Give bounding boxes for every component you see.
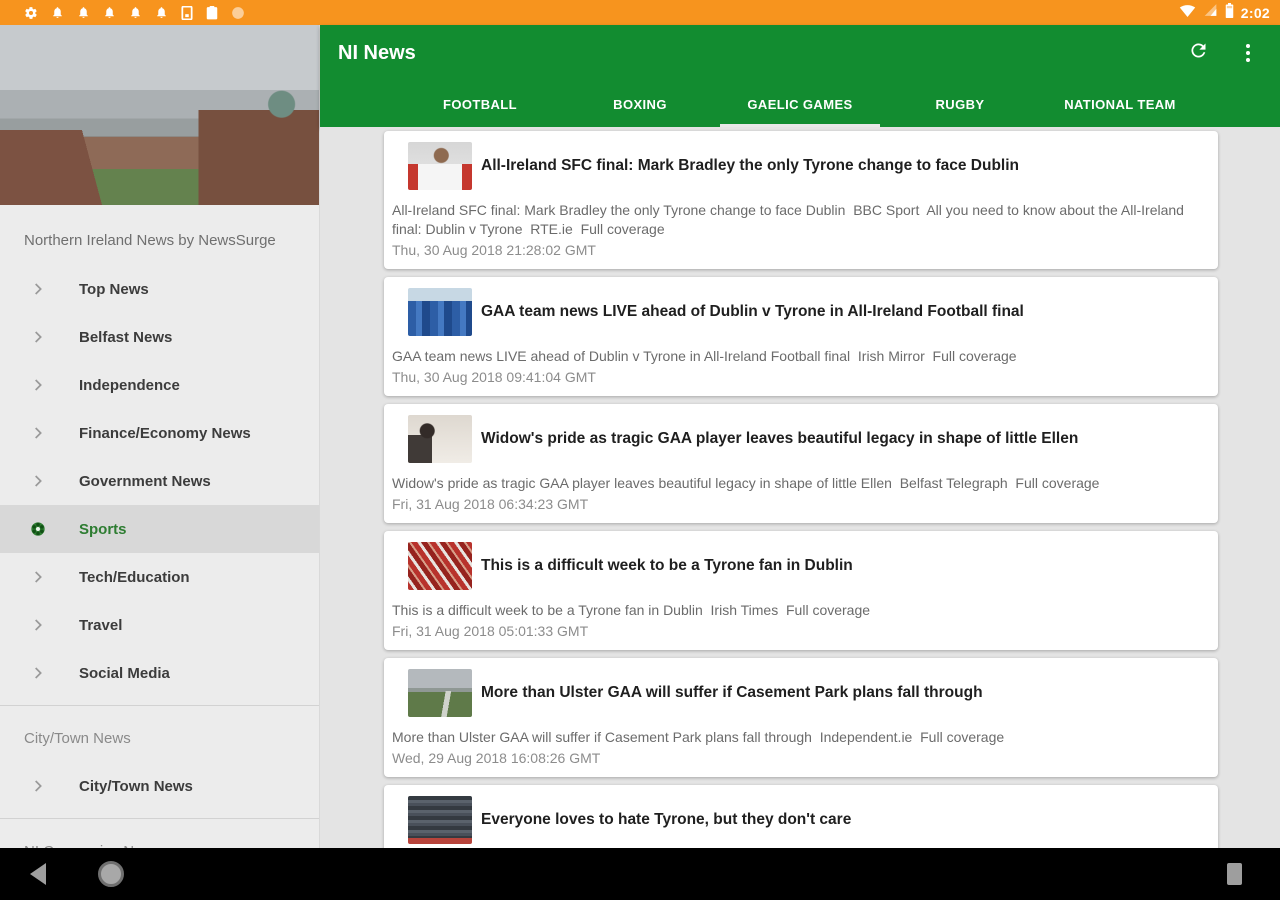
article-thumbnail <box>408 142 472 190</box>
article-date: Thu, 30 Aug 2018 09:41:04 GMT <box>392 368 1208 387</box>
football-icon <box>30 519 46 539</box>
sidebar-item-top-news[interactable]: Top News <box>0 265 319 313</box>
chevron-right-icon <box>30 569 46 585</box>
cellular-icon <box>1203 3 1218 22</box>
sidebar-item-travel[interactable]: Travel <box>0 601 319 649</box>
dim-circle-icon <box>231 6 245 20</box>
article-summary: All-Ireland SFC final: Mark Bradley the … <box>392 201 1208 239</box>
sidebar-item-label: Sports <box>79 521 127 538</box>
recents-button[interactable] <box>1227 863 1242 885</box>
article-date: Thu, 30 Aug 2018 21:28:02 GMT <box>392 241 1208 260</box>
article-thumbnail <box>408 542 472 590</box>
article-title: All-Ireland SFC final: Mark Bradley the … <box>481 156 1019 176</box>
article-date: Wed, 29 Aug 2018 16:08:26 GMT <box>392 749 1208 768</box>
sidebar-item-label: Finance/Economy News <box>79 425 251 442</box>
article-summary: More than Ulster GAA will suffer if Case… <box>392 728 1208 747</box>
sidebar-item-city-town-news[interactable]: City/Town News <box>0 762 319 810</box>
article-list: All-Ireland SFC final: Mark Bradley the … <box>320 127 1280 848</box>
article-card[interactable]: Everyone loves to hate Tyrone, but they … <box>384 785 1218 848</box>
article-card[interactable]: All-Ireland SFC final: Mark Bradley the … <box>384 131 1218 269</box>
bell-icon <box>77 5 90 20</box>
wifi-icon <box>1179 3 1196 22</box>
article-thumbnail <box>408 796 472 844</box>
sidebar-item-government-news[interactable]: Government News <box>0 457 319 505</box>
chevron-right-icon <box>30 377 46 393</box>
tab-rugby[interactable]: RUGBY <box>880 81 1040 127</box>
article-title: GAA team news LIVE ahead of Dublin v Tyr… <box>481 302 1024 322</box>
page-title: NI News <box>338 42 416 65</box>
article-title: Widow's pride as tragic GAA player leave… <box>481 429 1078 449</box>
drawer-header-photo <box>0 25 320 205</box>
drawer-caption: Northern Ireland News by NewsSurge <box>0 205 319 265</box>
article-card[interactable]: This is a difficult week to be a Tyrone … <box>384 531 1218 650</box>
battery-icon <box>1225 3 1234 23</box>
article-title: Everyone loves to hate Tyrone, but they … <box>481 810 851 830</box>
bell-icon <box>129 5 142 20</box>
navigation-drawer: Northern Ireland News by NewsSurge Top N… <box>0 25 320 848</box>
tab-national-team[interactable]: NATIONAL TEAM <box>1040 81 1200 127</box>
article-thumbnail <box>408 669 472 717</box>
chevron-right-icon <box>30 617 46 633</box>
screen-overlay-icon <box>181 6 193 20</box>
article-title: This is a difficult week to be a Tyrone … <box>481 556 853 576</box>
chevron-right-icon <box>30 281 46 297</box>
article-thumbnail <box>408 415 472 463</box>
article-thumbnail <box>408 288 472 336</box>
tab-boxing[interactable]: BOXING <box>560 81 720 127</box>
sidebar-item-belfast-news[interactable]: Belfast News <box>0 313 319 361</box>
tab-football[interactable]: FOOTBALL <box>400 81 560 127</box>
article-summary: GAA team news LIVE ahead of Dublin v Tyr… <box>392 347 1208 366</box>
sidebar-item-label: Top News <box>79 281 149 298</box>
overflow-menu-icon <box>1246 44 1250 62</box>
sidebar-item-label: Independence <box>79 377 180 394</box>
sidebar-item-finance-economy-news[interactable]: Finance/Economy News <box>0 409 319 457</box>
sidebar-item-label: Tech/Education <box>79 569 190 586</box>
chevron-right-icon <box>30 778 46 794</box>
sidebar-item-sports[interactable]: Sports <box>0 505 319 553</box>
home-button[interactable] <box>98 861 124 887</box>
refresh-button[interactable] <box>1184 39 1212 67</box>
article-card[interactable]: Widow's pride as tragic GAA player leave… <box>384 404 1218 523</box>
article-date: Fri, 31 Aug 2018 06:34:23 GMT <box>392 495 1208 514</box>
chevron-right-icon <box>30 425 46 441</box>
gear-icon <box>24 6 38 20</box>
sidebar-item-independence[interactable]: Independence <box>0 361 319 409</box>
system-nav-bar <box>0 848 1280 900</box>
article-summary: Widow's pride as tragic GAA player leave… <box>392 474 1208 493</box>
tab-gaelic-games[interactable]: GAELIC GAMES <box>720 81 880 127</box>
chevron-right-icon <box>30 329 46 345</box>
section-header-ni-companies-news: NI Companies News <box>0 827 319 848</box>
divider <box>0 818 319 819</box>
app-header: NI News FOOTBALL BOXING GAELIC GAMES RUG… <box>320 25 1280 127</box>
article-summary: This is a difficult week to be a Tyrone … <box>392 601 1208 620</box>
bell-icon <box>51 5 64 20</box>
article-title: More than Ulster GAA will suffer if Case… <box>481 683 983 703</box>
sidebar-item-label: City/Town News <box>79 778 193 795</box>
status-bar: 2:02 <box>0 0 1280 25</box>
section-header-city-town-news: City/Town News <box>0 714 319 762</box>
clipboard-icon <box>206 6 218 20</box>
bell-icon <box>155 5 168 20</box>
refresh-icon <box>1188 40 1209 66</box>
app-bar: NI News <box>320 25 1280 81</box>
sidebar-item-label: Government News <box>79 473 211 490</box>
bell-icon <box>103 5 116 20</box>
sidebar-item-label: Travel <box>79 617 122 634</box>
chevron-right-icon <box>30 473 46 489</box>
back-button[interactable] <box>30 863 46 885</box>
divider <box>0 705 319 706</box>
status-clock: 2:02 <box>1241 5 1270 21</box>
sidebar-item-tech-education[interactable]: Tech/Education <box>0 553 319 601</box>
article-card[interactable]: GAA team news LIVE ahead of Dublin v Tyr… <box>384 277 1218 396</box>
tab-bar: FOOTBALL BOXING GAELIC GAMES RUGBY NATIO… <box>320 81 1280 127</box>
article-card[interactable]: More than Ulster GAA will suffer if Case… <box>384 658 1218 777</box>
article-date: Fri, 31 Aug 2018 05:01:33 GMT <box>392 622 1208 641</box>
overflow-menu-button[interactable] <box>1234 39 1262 67</box>
chevron-right-icon <box>30 665 46 681</box>
sidebar-item-label: Belfast News <box>79 329 172 346</box>
sidebar-item-social-media[interactable]: Social Media <box>0 649 319 697</box>
sidebar-item-label: Social Media <box>79 665 170 682</box>
